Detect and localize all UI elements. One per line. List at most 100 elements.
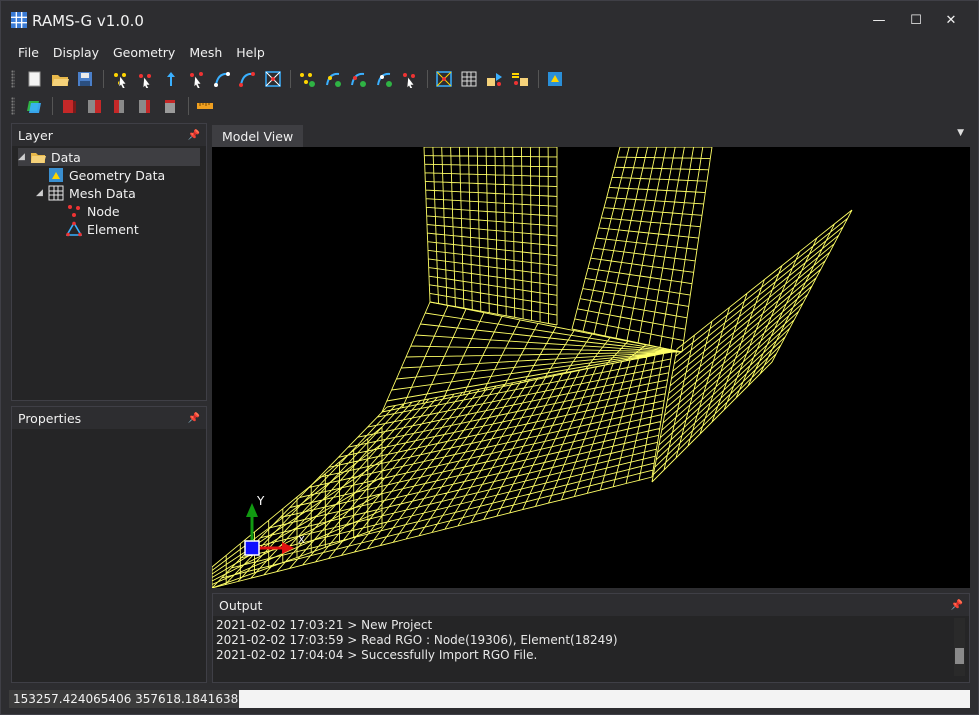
add-node-icon: [139, 74, 151, 88]
toolbar-separator: [537, 70, 539, 88]
properties-panel: Properties 📌: [11, 406, 207, 683]
pin-icon[interactable]: 📌: [188, 413, 200, 424]
tree-item-label: Node: [87, 203, 120, 219]
main-toolbar: [11, 67, 569, 91]
mesh-line-edit-icon: [376, 72, 392, 87]
layer-panel: Layer 📌 ◢ Data Geometry Data ◢ Mesh Data Node…: [11, 123, 207, 401]
tree-item-data[interactable]: ◢ Data: [18, 148, 200, 166]
document-tab-strip: Model View ▼: [212, 123, 970, 147]
mesh-canvas[interactable]: Y X: [212, 147, 970, 588]
tree-item-node[interactable]: Node: [54, 202, 120, 220]
status-bar: 153257.424065406 357618.184163854: [1, 688, 978, 714]
expand-arrow-icon[interactable]: ◢: [18, 152, 30, 162]
menu-help[interactable]: Help: [229, 43, 272, 63]
minimize-button[interactable]: —: [859, 7, 899, 33]
view-right-button[interactable]: [134, 95, 156, 117]
view-front-icon: [62, 100, 76, 113]
model-viewport[interactable]: Y X: [212, 147, 970, 588]
save-icon: [78, 72, 92, 86]
view-back-icon: [88, 100, 101, 113]
mesh-icon: [48, 185, 64, 201]
output-log: 2021-02-02 17:03:21 > New Project 2021-0…: [216, 618, 618, 663]
tree-item-label: Mesh Data: [69, 185, 136, 201]
menu-mesh[interactable]: Mesh: [182, 43, 229, 63]
properties-panel-title: Properties: [18, 410, 82, 426]
window-title: RAMS-G v1.0.0: [32, 12, 144, 30]
close-icon: ✕: [945, 12, 957, 28]
view-top-button[interactable]: [160, 95, 182, 117]
add-node-button[interactable]: [134, 68, 156, 90]
tab-dropdown-icon[interactable]: ▼: [957, 128, 964, 138]
toolbar-grip[interactable]: [11, 70, 15, 88]
new-file-button[interactable]: [23, 68, 45, 90]
mesh-line-edit-button[interactable]: [373, 68, 395, 90]
delete-node-button[interactable]: [185, 68, 207, 90]
menu-geometry[interactable]: Geometry: [106, 43, 182, 63]
pin-icon[interactable]: 📌: [951, 600, 963, 611]
output-scrollbar[interactable]: [954, 618, 965, 676]
select-line-button[interactable]: [211, 68, 233, 90]
mesh-node-button[interactable]: [296, 68, 318, 90]
app-window: RAMS-G v1.0.0 — ☐ ✕ File Display Geometr…: [0, 0, 979, 715]
tree-item-geometry-data[interactable]: Geometry Data: [36, 166, 165, 184]
mesh-region-right-channel: [571, 147, 713, 353]
toolbar-separator: [102, 70, 104, 88]
title-bar: RAMS-G v1.0.0 — ☐ ✕: [1, 1, 978, 39]
tree-item-label: Geometry Data: [69, 167, 166, 183]
view-toolbar: [11, 94, 220, 118]
mesh-node-edit-button[interactable]: [398, 68, 420, 90]
ruler-button[interactable]: [194, 95, 216, 117]
mesh-line-icon: [325, 72, 341, 87]
refresh-icon: [27, 101, 41, 113]
select-node-button[interactable]: [109, 68, 131, 90]
view-top-icon: [164, 100, 175, 113]
properties-panel-header: Properties 📌: [12, 407, 206, 429]
node-icon: [66, 203, 82, 219]
scrollbar-thumb[interactable]: [955, 648, 964, 664]
folder-icon: [30, 149, 46, 165]
close-button[interactable]: ✕: [931, 7, 971, 33]
refresh-button[interactable]: [23, 95, 45, 117]
delete-node-icon: [190, 72, 203, 88]
view-back-button[interactable]: [83, 95, 105, 117]
view-front-button[interactable]: [58, 95, 80, 117]
tree-item-label: Data: [51, 149, 81, 165]
view-left-button[interactable]: [109, 95, 131, 117]
mesh-grid-button[interactable]: [458, 68, 480, 90]
tab-label: Model View: [222, 128, 294, 144]
tree-item-element[interactable]: Element: [54, 220, 139, 238]
app-grid-icon: [11, 12, 27, 28]
split-line-icon: [264, 71, 281, 87]
axis-origin: [244, 540, 260, 556]
maximize-button[interactable]: ☐: [896, 7, 936, 33]
output-panel-header: Output 📌: [213, 594, 969, 616]
toolbar-separator: [426, 70, 428, 88]
select-node-icon: [113, 73, 127, 88]
open-folder-button[interactable]: [49, 68, 71, 90]
mesh-import-icon: [512, 73, 528, 86]
save-button[interactable]: [74, 68, 96, 90]
split-line-button[interactable]: [262, 68, 284, 90]
mesh-line-button[interactable]: [322, 68, 344, 90]
mesh-region-left-channel: [423, 147, 558, 326]
mesh-node-edit-icon: [403, 73, 415, 88]
mesh-line-add-icon: [351, 72, 366, 87]
mesh-import-button[interactable]: [509, 68, 531, 90]
add-line-button[interactable]: [236, 68, 258, 90]
expand-arrow-icon[interactable]: ◢: [36, 188, 48, 198]
view-3d-button[interactable]: [544, 68, 566, 90]
move-node-button[interactable]: [160, 68, 182, 90]
tree-item-label: Element: [87, 221, 139, 237]
toolbar-grip[interactable]: [11, 97, 15, 115]
y-axis-label: Y: [256, 494, 265, 508]
mesh-node-icon: [300, 73, 315, 87]
select-line-icon: [213, 72, 230, 87]
mesh-export-button[interactable]: [484, 68, 506, 90]
mesh-line-add-button[interactable]: [347, 68, 369, 90]
menu-display[interactable]: Display: [46, 43, 106, 63]
menu-file[interactable]: File: [11, 43, 46, 63]
tab-model-view[interactable]: Model View: [212, 125, 304, 147]
pin-icon[interactable]: 📌: [188, 130, 200, 141]
tree-item-mesh-data[interactable]: ◢ Mesh Data: [36, 184, 136, 202]
mesh-fit-button[interactable]: [433, 68, 455, 90]
